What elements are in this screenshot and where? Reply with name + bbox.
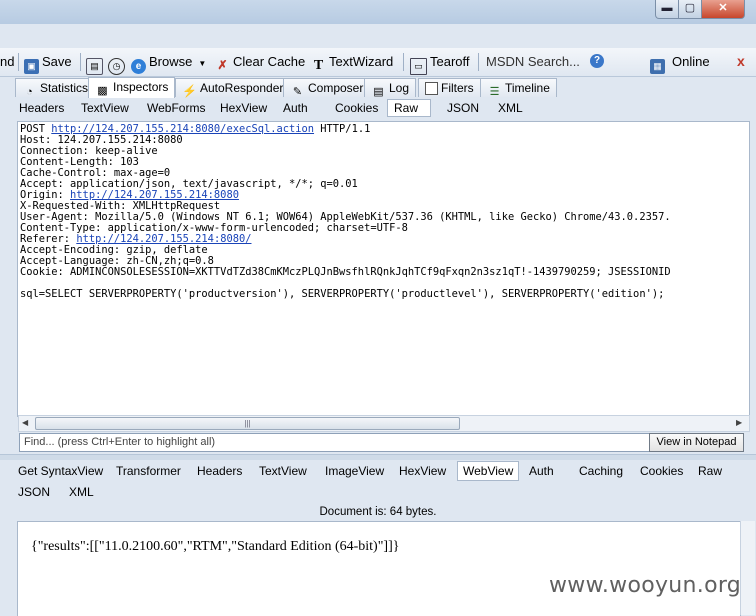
resp-tab-headers[interactable]: Headers [192, 462, 247, 480]
browser-icon: e [131, 59, 146, 74]
scrollbar-thumb[interactable]: ||| [35, 417, 460, 430]
view-in-notepad-button[interactable]: View in Notepad [649, 433, 744, 452]
close-icon[interactable]: x [737, 53, 745, 69]
close-window-button[interactable]: ✕ [701, 0, 745, 19]
network-icon: ▦ [650, 59, 665, 74]
maximize-button[interactable]: ▢ [678, 0, 702, 19]
toolbar-separator [478, 53, 479, 71]
browse-button[interactable]: e Browse ▼ [131, 52, 207, 74]
toolbar-separator [18, 53, 19, 71]
tab-log[interactable]: ▤ Log [364, 78, 417, 98]
horizontal-scrollbar[interactable]: ◀ ||| ▶ [18, 415, 750, 432]
document-size-label: Document is: 64 bytes. [319, 506, 437, 518]
vertical-scrollbar[interactable] [740, 521, 755, 615]
clear-cache-button[interactable]: ✗ Clear Cache [215, 52, 305, 72]
req-tab-cookies[interactable]: Cookies [328, 99, 385, 117]
response-tab-strip: Get SyntaxView Transformer Headers TextV… [0, 460, 756, 504]
window-title-bar [0, 0, 756, 24]
resp-tab-xml[interactable]: XML [64, 483, 99, 501]
tearoff-button[interactable]: ▭ Tearoff [410, 52, 470, 75]
resp-tab-json[interactable]: JSON [13, 483, 55, 501]
response-webview[interactable]: {"results":[["11.0.2100.60","RTM","Stand… [17, 521, 741, 616]
tab-timeline[interactable]: ☰ Timeline [480, 78, 557, 98]
req-tab-hexview[interactable]: HexView [213, 99, 274, 117]
checkbox-icon [425, 82, 438, 95]
resp-tab-webview[interactable]: WebView [457, 461, 520, 481]
req-tab-webforms[interactable]: WebForms [140, 99, 212, 117]
online-label: Online [672, 54, 710, 69]
resp-tab-textview[interactable]: TextView [254, 462, 312, 480]
online-indicator[interactable]: ▦ [650, 52, 668, 74]
tab-inspectors[interactable]: ▩ Inspectors [88, 77, 176, 98]
raw-request-textarea[interactable]: POST http://124.207.155.214:8080/execSql… [17, 121, 750, 417]
timer-icon[interactable]: ◷ [108, 52, 128, 75]
save-button[interactable]: ▣ Save [24, 52, 72, 74]
replay-icon[interactable]: ▤ [86, 52, 106, 75]
resp-tab-cookies[interactable]: Cookies [635, 462, 688, 480]
tab-composer[interactable]: ✎ Composer [283, 78, 371, 98]
watermark: www.wooyun.org [549, 573, 742, 598]
tearoff-icon: ▭ [410, 58, 427, 75]
msdn-search-input[interactable]: MSDN Search... [486, 54, 586, 70]
req-tab-raw[interactable]: Raw [387, 99, 431, 117]
req-tab-headers[interactable]: Headers [12, 99, 71, 117]
tab-statistics[interactable]: ◔ Statistics [15, 78, 96, 98]
save-icon: ▣ [24, 59, 39, 74]
response-body-text: {"results":[["11.0.2100.60","RTM","Stand… [31, 539, 400, 554]
req-tab-xml[interactable]: XML [491, 99, 530, 117]
resp-tab-caching[interactable]: Caching [574, 462, 628, 480]
minimize-button[interactable]: ▬ [655, 0, 679, 19]
tab-autoresponder[interactable]: ⚡ AutoResponder [175, 78, 291, 98]
resp-tab-get-syntaxview[interactable]: Get SyntaxView [13, 462, 108, 480]
toolbar-partial-button[interactable]: nd [0, 52, 14, 72]
textwizard-icon: T [313, 58, 324, 73]
request-tab-strip: Headers TextView WebForms HexView Auth C… [10, 97, 750, 117]
req-tab-auth[interactable]: Auth [276, 99, 315, 117]
textwizard-button[interactable]: T TextWizard [311, 52, 393, 73]
resp-tab-raw[interactable]: Raw [693, 462, 727, 480]
chevron-down-icon: ▼ [198, 59, 207, 68]
req-tab-textview[interactable]: TextView [74, 99, 136, 117]
scroll-left-icon[interactable]: ◀ [22, 416, 28, 429]
resp-tab-imageview[interactable]: ImageView [320, 462, 389, 480]
find-input[interactable]: Find... (press Ctrl+Enter to highlight a… [19, 433, 650, 452]
resp-tab-auth[interactable]: Auth [524, 462, 559, 480]
clear-cache-icon: ✗ [217, 58, 228, 72]
req-tab-json[interactable]: JSON [440, 99, 486, 117]
scroll-right-icon[interactable]: ▶ [736, 416, 742, 429]
toolbar: nd ▣ Save ▤ ◷ e Browse ▼ ✗ Clear Cache T Text… [0, 48, 756, 77]
help-icon[interactable]: ? [590, 54, 604, 68]
raw-request-text: POST http://124.207.155.214:8080/execSql… [20, 123, 671, 300]
main-tab-strip: ◔ Statistics ▩ Inspectors ⚡ AutoResponder ✎… [0, 77, 756, 98]
toolbar-separator [403, 53, 404, 71]
toolbar-separator [80, 53, 81, 71]
resp-tab-transformer[interactable]: Transformer [111, 462, 186, 480]
resp-tab-hexview[interactable]: HexView [394, 462, 451, 480]
tab-filters[interactable]: Filters [418, 78, 481, 97]
